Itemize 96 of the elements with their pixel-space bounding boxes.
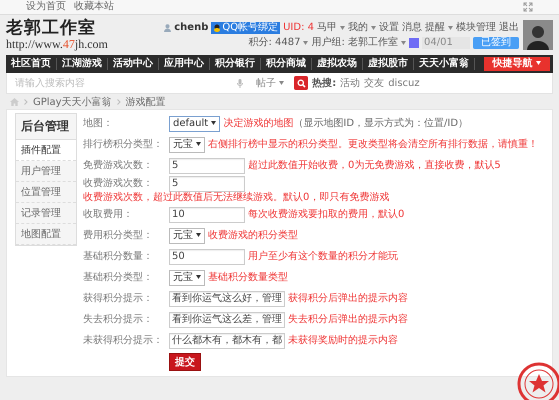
select-dropdown[interactable]: 元宝 [169, 136, 206, 152]
user-menu-link[interactable]: 提醒 [425, 22, 453, 34]
select-dropdown[interactable]: default [169, 116, 220, 132]
sidebar-item[interactable]: 位置管理 [16, 182, 76, 203]
field-hint: 未获得奖励时的提示内容 [288, 334, 398, 346]
user-icon [164, 24, 172, 32]
select-dropdown[interactable]: 元宝 [169, 228, 206, 244]
field-hint: 右侧排行榜中显示的积分类型。更改类型将会清空所有排行数据，请慎重！ [208, 138, 538, 150]
nav-link[interactable]: 虚拟股市 [363, 58, 414, 70]
field-label: 地图： [83, 118, 114, 130]
hot-search-link[interactable]: 活动 [340, 76, 360, 90]
user-menu-link[interactable]: 设置 [379, 22, 399, 34]
field-hint: 收费游戏次数，超过此数值后无法继续游戏。默认0，即只有免费游戏 [83, 192, 390, 204]
field-hint: 收费游戏的积分类型 [208, 230, 298, 242]
expand-icon[interactable] [523, 2, 533, 12]
chevron-icon [116, 98, 121, 104]
user-group-link[interactable]: 用户组: 老郭工作室 [311, 36, 398, 48]
sidebar-item[interactable]: 用户管理 [16, 161, 76, 182]
nav-link[interactable]: 积分商城 [261, 58, 312, 70]
field-label: 基础积分类型： [83, 272, 154, 284]
sidebar-item[interactable]: 插件配置 [16, 140, 76, 161]
field-hint: 每次收费游戏要扣取的费用，默认0 [248, 208, 404, 220]
search-button[interactable] [294, 76, 308, 90]
caret-icon [211, 120, 216, 125]
input-field[interactable]: 50 [169, 248, 245, 264]
nav-link[interactable]: 社区首页 [6, 58, 57, 70]
user-menu-link[interactable]: 消息 [402, 22, 422, 34]
hot-search-link[interactable]: discuz [388, 78, 420, 88]
nav-link[interactable]: 虚拟农场 [312, 58, 363, 70]
search-scope-dropdown[interactable]: 帖子 [250, 76, 290, 90]
field-label: 免费游戏次数： [83, 160, 154, 172]
username-link[interactable]: chenb [174, 22, 208, 34]
avatar-icon[interactable] [523, 20, 553, 50]
nav-link[interactable]: 活动中心 [108, 58, 159, 70]
field-hint: 用户至少有这个数量的积分才能玩 [248, 250, 398, 262]
select-dropdown[interactable]: 元宝 [169, 270, 206, 286]
nav-link[interactable]: 江湖游戏 [57, 58, 108, 70]
penguin-icon [213, 24, 222, 32]
input-field[interactable]: 看到你运气这么好，管理 [169, 290, 285, 306]
field-label: 排行榜积分类型： [83, 138, 164, 150]
field-hint: 超过此数值开始收费，0为无免费游戏，直接收费，默认5 [248, 160, 501, 172]
user-menu-link[interactable]: 马甲 [317, 22, 345, 34]
submit-button[interactable]: 提交 [169, 352, 201, 370]
seal-icon [515, 360, 559, 400]
quick-nav-button[interactable]: 快捷导航 [484, 57, 550, 71]
caret-icon [401, 40, 406, 44]
caret-icon [196, 232, 202, 237]
field-note: （显示地图ID，显示方式为：位置/ID） [293, 118, 468, 130]
qq-bind-button[interactable]: QQ帐号绑定 [211, 22, 280, 34]
caret-icon [536, 61, 541, 66]
user-menu-link[interactable]: 模块管理 [456, 22, 496, 34]
points-link[interactable]: 积分: 4487 [248, 36, 300, 48]
home-icon[interactable] [10, 98, 19, 106]
microphone-icon[interactable] [237, 78, 243, 88]
field-label: 费用积分类型： [83, 230, 154, 242]
breadcrumb-link[interactable]: 游戏配置 [126, 94, 166, 108]
field-hint: 决定游戏的地图 [223, 118, 294, 130]
field-hint: 基础积分数量类型 [208, 272, 288, 284]
hot-search-label: 热搜: [312, 76, 336, 90]
user-menu-link[interactable]: 我的 [348, 22, 376, 34]
field-label: 失去积分提示： [83, 314, 154, 326]
hot-search-link[interactable]: 交友 [364, 76, 384, 90]
caret-icon [371, 26, 376, 30]
site-url: http://www.47jh.com [6, 38, 108, 51]
user-menu-link[interactable]: 退出 [499, 22, 519, 34]
field-label: 未获得积分提示： [83, 334, 164, 346]
field-hint: 失去积分后弹出的提示内容 [288, 314, 408, 326]
caret-icon [303, 40, 308, 44]
nav-link[interactable]: 天天小富翁 [414, 58, 475, 70]
breadcrumb-link[interactable]: GPlay天天小富翁 [33, 94, 112, 108]
input-field[interactable]: 5 [169, 176, 245, 192]
input-field[interactable]: 5 [169, 158, 245, 174]
sidebar-item[interactable]: 地图配置 [16, 224, 76, 245]
nav-link[interactable]: 积分银行 [210, 58, 261, 70]
field-hint: 获得积分后弹出的提示内容 [288, 292, 408, 304]
caret-icon [448, 26, 453, 30]
color-swatch [409, 38, 419, 48]
site-logo[interactable]: 老郭工作室 [6, 19, 108, 38]
field-label: 收费游戏次数： [83, 178, 154, 190]
caret-icon [340, 26, 345, 30]
caret-icon [196, 274, 202, 279]
input-field[interactable]: 10 [169, 206, 245, 222]
caret-icon [279, 81, 284, 86]
chevron-icon [24, 98, 28, 104]
top-link[interactable]: 设为首页 [26, 0, 66, 14]
field-label: 获得积分提示： [83, 292, 154, 304]
sidebar-item[interactable]: 记录管理 [16, 203, 76, 224]
input-field[interactable]: 什么都木有，都木有，都 [169, 332, 285, 348]
uid-text: UID: 4 [283, 22, 314, 34]
date-field: 04/01 [422, 36, 470, 48]
top-link[interactable]: 收藏本站 [74, 0, 114, 14]
field-label: 收取费用： [83, 208, 134, 220]
input-field[interactable]: 看到你运气这么差，管理 [169, 312, 285, 328]
field-label: 基础积分数量： [83, 250, 154, 262]
caret-icon [196, 142, 202, 146]
nav-link[interactable]: 应用中心 [159, 58, 210, 70]
